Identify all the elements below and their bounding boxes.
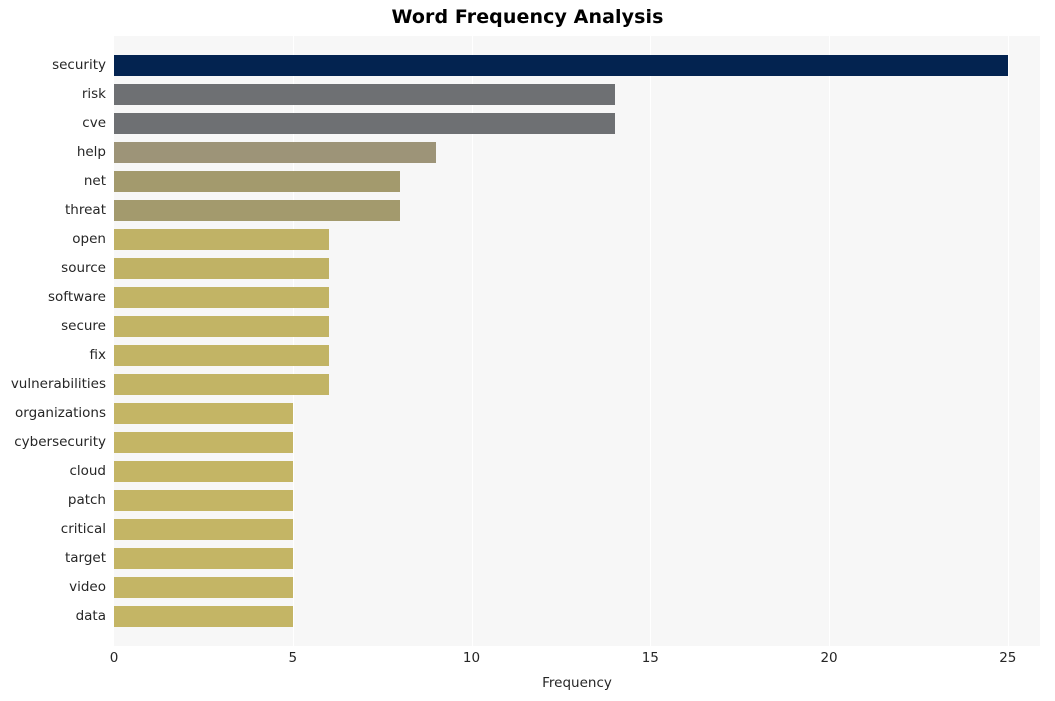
- y-tick-label: target: [64, 550, 106, 567]
- word-frequency-bar-chart: Word Frequency Analysis security risk cve h…: [0, 0, 1055, 701]
- bar: [114, 606, 293, 628]
- bar: [114, 345, 329, 367]
- y-axis-tick-labels: security risk cve help net threat open source so…: [0, 36, 110, 646]
- y-tick-label: organizations: [15, 405, 106, 422]
- bar: [114, 403, 293, 425]
- x-tick-label: 10: [462, 650, 481, 666]
- y-tick-label: patch: [67, 492, 106, 509]
- bar: [114, 257, 329, 279]
- gridline: [650, 36, 652, 646]
- bar: [114, 228, 329, 250]
- x-axis-label: Frequency: [542, 675, 612, 691]
- bar: [114, 199, 401, 221]
- y-tick-label: threat: [65, 201, 106, 218]
- bar: [114, 141, 436, 163]
- bar: [114, 54, 1008, 76]
- bar: [114, 170, 401, 192]
- x-tick-label: 25: [999, 650, 1017, 666]
- bar: [114, 577, 293, 599]
- y-tick-label: critical: [60, 521, 106, 538]
- bar: [114, 548, 293, 570]
- y-tick-label: source: [61, 259, 106, 276]
- chart-title: Word Frequency Analysis: [391, 6, 664, 28]
- y-tick-label: open: [72, 230, 106, 247]
- y-tick-label: secure: [61, 317, 106, 334]
- y-tick-label: net: [83, 172, 106, 189]
- bar: [114, 432, 293, 454]
- x-axis-tick-labels: 0 5 10 15 20 25: [0, 650, 1055, 670]
- y-tick-label: security: [52, 56, 106, 73]
- bar: [114, 315, 329, 337]
- bar: [114, 374, 329, 396]
- y-tick-label: fix: [89, 347, 107, 364]
- bar: [114, 490, 293, 512]
- y-tick-label: software: [48, 288, 106, 305]
- y-tick-label: data: [75, 608, 106, 625]
- bar: [114, 461, 293, 483]
- bar: [114, 112, 615, 134]
- y-tick-label: vulnerabilities: [10, 376, 106, 393]
- x-tick-label: 20: [820, 650, 838, 666]
- y-tick-label: help: [76, 143, 106, 160]
- plot-area: [114, 36, 1040, 646]
- x-tick-label: 15: [641, 650, 659, 666]
- gridline: [829, 36, 831, 646]
- gridline: [1007, 36, 1009, 646]
- x-tick-label: 0: [109, 650, 119, 666]
- bar: [114, 83, 615, 105]
- y-tick-label: cloud: [69, 463, 106, 480]
- y-tick-label: cybersecurity: [14, 434, 106, 451]
- y-tick-label: video: [69, 579, 106, 596]
- bar: [114, 286, 329, 308]
- y-tick-label: cve: [82, 114, 106, 131]
- y-tick-label: risk: [81, 85, 106, 102]
- x-tick-label: 5: [288, 650, 298, 666]
- bar: [114, 519, 293, 541]
